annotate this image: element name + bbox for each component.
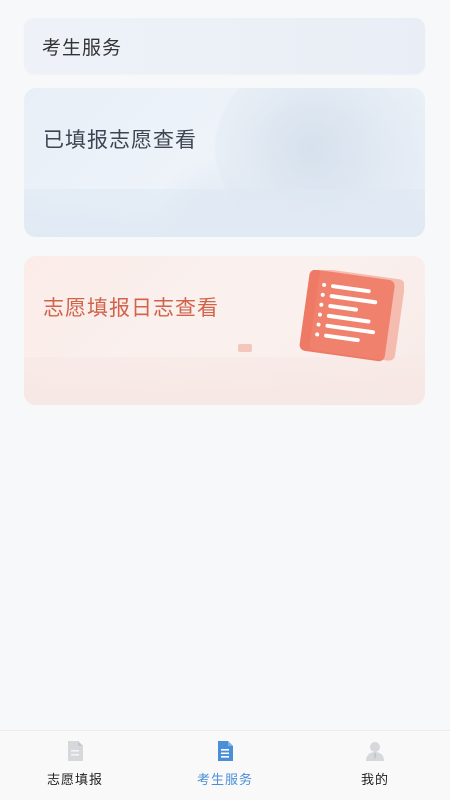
- person-icon: [366, 742, 384, 761]
- tab-application[interactable]: 志愿填报: [0, 731, 150, 800]
- tab-label: 考生服务: [196, 773, 253, 788]
- tab-label: 志愿填报: [46, 773, 103, 788]
- header-bar: 考生服务: [24, 18, 425, 74]
- tab-label: 我的: [360, 773, 389, 788]
- document-list-icon: [299, 270, 404, 362]
- card-label: 已填报志愿查看: [43, 128, 197, 152]
- decorative-shape: [238, 344, 252, 352]
- document-icon: [68, 741, 83, 761]
- card-footer-band: [24, 189, 425, 237]
- view-application-log-card[interactable]: 志愿填报日志查看: [24, 256, 425, 405]
- tab-mine[interactable]: 我的: [300, 731, 450, 800]
- view-submitted-choices-card[interactable]: 已填报志愿查看: [24, 88, 425, 237]
- card-label: 志愿填报日志查看: [43, 296, 219, 320]
- bottom-tab-bar: 志愿填报 考生服务 我的: [0, 730, 450, 800]
- card-footer-band: [24, 357, 425, 405]
- document-icon: [218, 741, 233, 761]
- tab-candidate-services[interactable]: 考生服务: [150, 731, 300, 800]
- page-title: 考生服务: [42, 37, 123, 59]
- page: 考生服务 已填报志愿查看 志愿填报日志查看 志愿填报 考生服务 我的: [0, 0, 450, 800]
